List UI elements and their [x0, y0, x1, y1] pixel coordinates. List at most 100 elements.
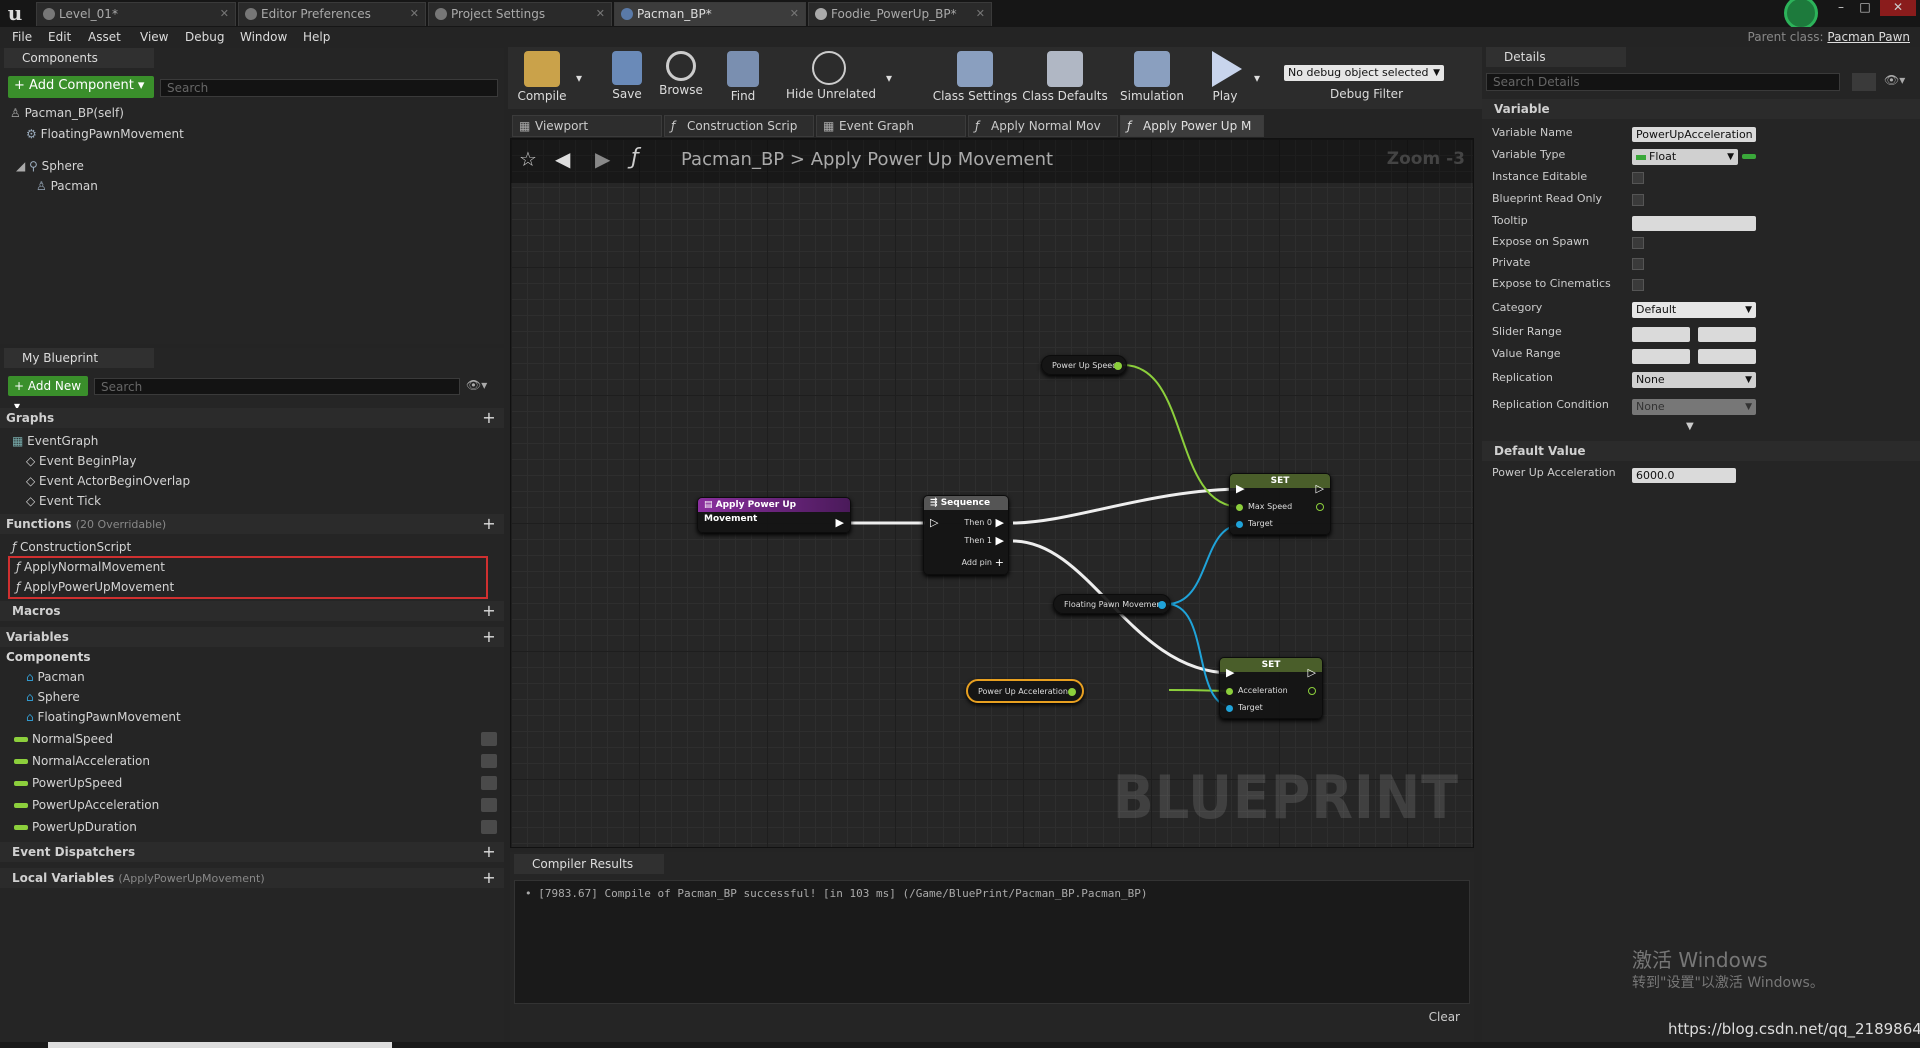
close-tab-icon[interactable]: ✕ [220, 3, 229, 25]
variables-section[interactable]: Variables [0, 627, 504, 647]
container-type-icon[interactable] [1742, 154, 1756, 159]
add-graph-icon[interactable]: + [482, 410, 496, 426]
float-in-pin[interactable] [1236, 504, 1243, 511]
exec-in-pin[interactable]: ▶ [1226, 666, 1234, 679]
play-button[interactable]: Play [1200, 47, 1250, 109]
add-new-button[interactable]: + Add New ▾ [8, 376, 88, 413]
compile-button[interactable]: Compile [512, 47, 572, 109]
variable-powerupduration[interactable]: PowerUpDuration [32, 818, 137, 836]
local-variables-section[interactable]: Local Variables (ApplyPowerUpMovement) [0, 868, 504, 888]
graph-item-beginplay[interactable]: ◇ Event BeginPlay [26, 452, 136, 470]
tab-event-graph[interactable]: ▦ Event Graph [816, 115, 966, 137]
variable-normalspeed[interactable]: NormalSpeed [32, 730, 113, 748]
instance-editable-checkbox[interactable] [1632, 172, 1644, 184]
object-out-pin[interactable] [1158, 601, 1166, 609]
component-var-floating[interactable]: ⌂ FloatingPawnMovement [26, 708, 181, 726]
debug-object-select[interactable]: No debug object selected ▼ [1284, 65, 1444, 81]
browse-button[interactable]: Browse [654, 47, 708, 109]
graphs-section[interactable]: Graphs [0, 408, 504, 428]
component-var-pacman[interactable]: ⌂ Pacman [26, 668, 85, 686]
read-only-checkbox[interactable] [1632, 194, 1644, 206]
private-checkbox[interactable] [1632, 258, 1644, 270]
view-options-icon[interactable]: 👁▾ [466, 378, 487, 392]
variable-section[interactable]: Variable [1482, 99, 1920, 119]
float-out-pin[interactable] [1308, 687, 1316, 695]
variable-powerupspeed[interactable]: PowerUpSpeed [32, 774, 122, 792]
parent-class-link[interactable]: Pacman Pawn [1827, 30, 1910, 44]
visibility-toggle-icon[interactable] [481, 798, 497, 812]
doc-tab-level[interactable]: Level_01* ✕ [36, 2, 236, 26]
menu-window[interactable]: Window [240, 27, 287, 47]
menu-debug[interactable]: Debug [185, 27, 224, 47]
float-out-pin[interactable] [1114, 362, 1122, 370]
slider-range-max-input[interactable] [1698, 327, 1756, 342]
category-select[interactable]: Default ▼ [1632, 302, 1756, 318]
simulation-button[interactable]: Simulation [1114, 47, 1190, 109]
close-window-button[interactable]: ✕ [1880, 0, 1916, 16]
default-value-section[interactable]: Default Value [1482, 441, 1920, 461]
add-component-button[interactable]: + Add Component ▾ [8, 76, 154, 98]
find-button[interactable]: Find [718, 47, 768, 109]
add-function-icon[interactable]: + [482, 516, 496, 532]
close-tab-icon[interactable]: ✕ [596, 3, 605, 25]
float-out-pin[interactable] [1316, 503, 1324, 511]
compile-options-arrow[interactable]: ▾ [572, 47, 586, 109]
tree-item-floating-pawn[interactable]: ⚙ FloatingPawnMovement [26, 125, 184, 143]
doc-tab-pacman-bp[interactable]: Pacman_BP* ✕ [614, 2, 806, 26]
exec-out-pin[interactable]: ▶ [836, 516, 844, 529]
function-item-construction[interactable]: ƒ ConstructionScript [12, 538, 131, 556]
graph-canvas[interactable]: ☆ ◀ ▶ ƒ Pacman_BP > Apply Power Up Movem… [510, 138, 1474, 848]
tree-item-self[interactable]: ♙ Pacman_BP(self) [10, 104, 124, 122]
tab-apply-normal-movement[interactable]: ƒ Apply Normal Mov [968, 115, 1118, 137]
class-defaults-button[interactable]: Class Defaults [1022, 47, 1108, 109]
close-tab-icon[interactable]: ✕ [976, 3, 985, 25]
variable-type-select[interactable]: Float ▼ [1632, 149, 1738, 165]
event-dispatchers-section[interactable]: Event Dispatchers [0, 842, 504, 862]
add-local-variable-icon[interactable]: + [482, 870, 496, 886]
expose-cinematics-checkbox[interactable] [1632, 279, 1644, 291]
details-tab[interactable]: Details [1486, 47, 1626, 67]
class-settings-button[interactable]: Class Settings [930, 47, 1020, 109]
tab-apply-power-up-movement[interactable]: ƒ Apply Power Up M [1120, 115, 1264, 137]
expand-arrow-icon[interactable]: ◢ [16, 159, 29, 173]
then0-pin[interactable]: ▶ [996, 516, 1004, 529]
save-button[interactable]: Save [602, 47, 652, 109]
function-entry-node[interactable]: ▤ Apply Power Up Movement ▶ [697, 497, 851, 533]
menu-edit[interactable]: Edit [48, 27, 71, 47]
value-range-max-input[interactable] [1698, 349, 1756, 364]
add-dispatcher-icon[interactable]: + [482, 844, 496, 860]
set-max-speed-node[interactable]: SET ▶ ▷ Max Speed Target [1229, 473, 1331, 535]
variable-normalacceleration[interactable]: NormalAcceleration [32, 752, 150, 770]
doc-tab-project-settings[interactable]: Project Settings ✕ [428, 2, 612, 26]
compiler-results-tab[interactable]: Compiler Results [514, 854, 664, 874]
set-acceleration-node[interactable]: SET ▶ ▷ Acceleration Target [1219, 657, 1323, 719]
clear-button[interactable]: Clear [1429, 1010, 1460, 1024]
view-options-icon[interactable]: 👁▾ [1884, 73, 1905, 87]
visibility-toggle-icon[interactable] [481, 732, 497, 746]
exec-out-pin[interactable]: ▷ [1308, 666, 1316, 679]
variable-name-input[interactable]: PowerUpAcceleration [1632, 127, 1756, 142]
taskbar-item[interactable] [48, 1042, 392, 1048]
default-value-input[interactable]: 6000.0 [1632, 468, 1736, 483]
add-pin-icon[interactable]: + [995, 556, 1004, 569]
power-up-acceleration-getter[interactable]: Power Up Acceleration [966, 679, 1084, 703]
maximize-button[interactable]: □ [1854, 0, 1876, 16]
expose-on-spawn-checkbox[interactable] [1632, 237, 1644, 249]
visibility-toggle-icon[interactable] [481, 776, 497, 790]
components-vars-group[interactable]: Components [6, 648, 91, 666]
replication-condition-select[interactable]: None ▼ [1632, 399, 1756, 415]
my-blueprint-search-input[interactable]: Search [94, 378, 460, 395]
exec-in-pin[interactable]: ▶ [1236, 482, 1244, 495]
exec-in-pin[interactable]: ▷ [930, 516, 938, 529]
replication-select[interactable]: None ▼ [1632, 372, 1756, 388]
add-macro-icon[interactable]: + [482, 603, 496, 619]
float-out-pin[interactable] [1068, 688, 1076, 696]
visibility-toggle-icon[interactable] [481, 754, 497, 768]
close-tab-icon[interactable]: ✕ [790, 3, 799, 25]
variable-powerupacceleration[interactable]: PowerUpAcceleration [32, 796, 159, 814]
sequence-node[interactable]: ⇶ Sequence ▷ Then 0 ▶ Then 1 ▶ Add pin + [923, 495, 1009, 575]
add-variable-icon[interactable]: + [482, 629, 496, 645]
close-tab-icon[interactable]: ✕ [410, 3, 419, 25]
tooltip-input[interactable] [1632, 216, 1756, 231]
target-in-pin[interactable] [1236, 521, 1243, 528]
